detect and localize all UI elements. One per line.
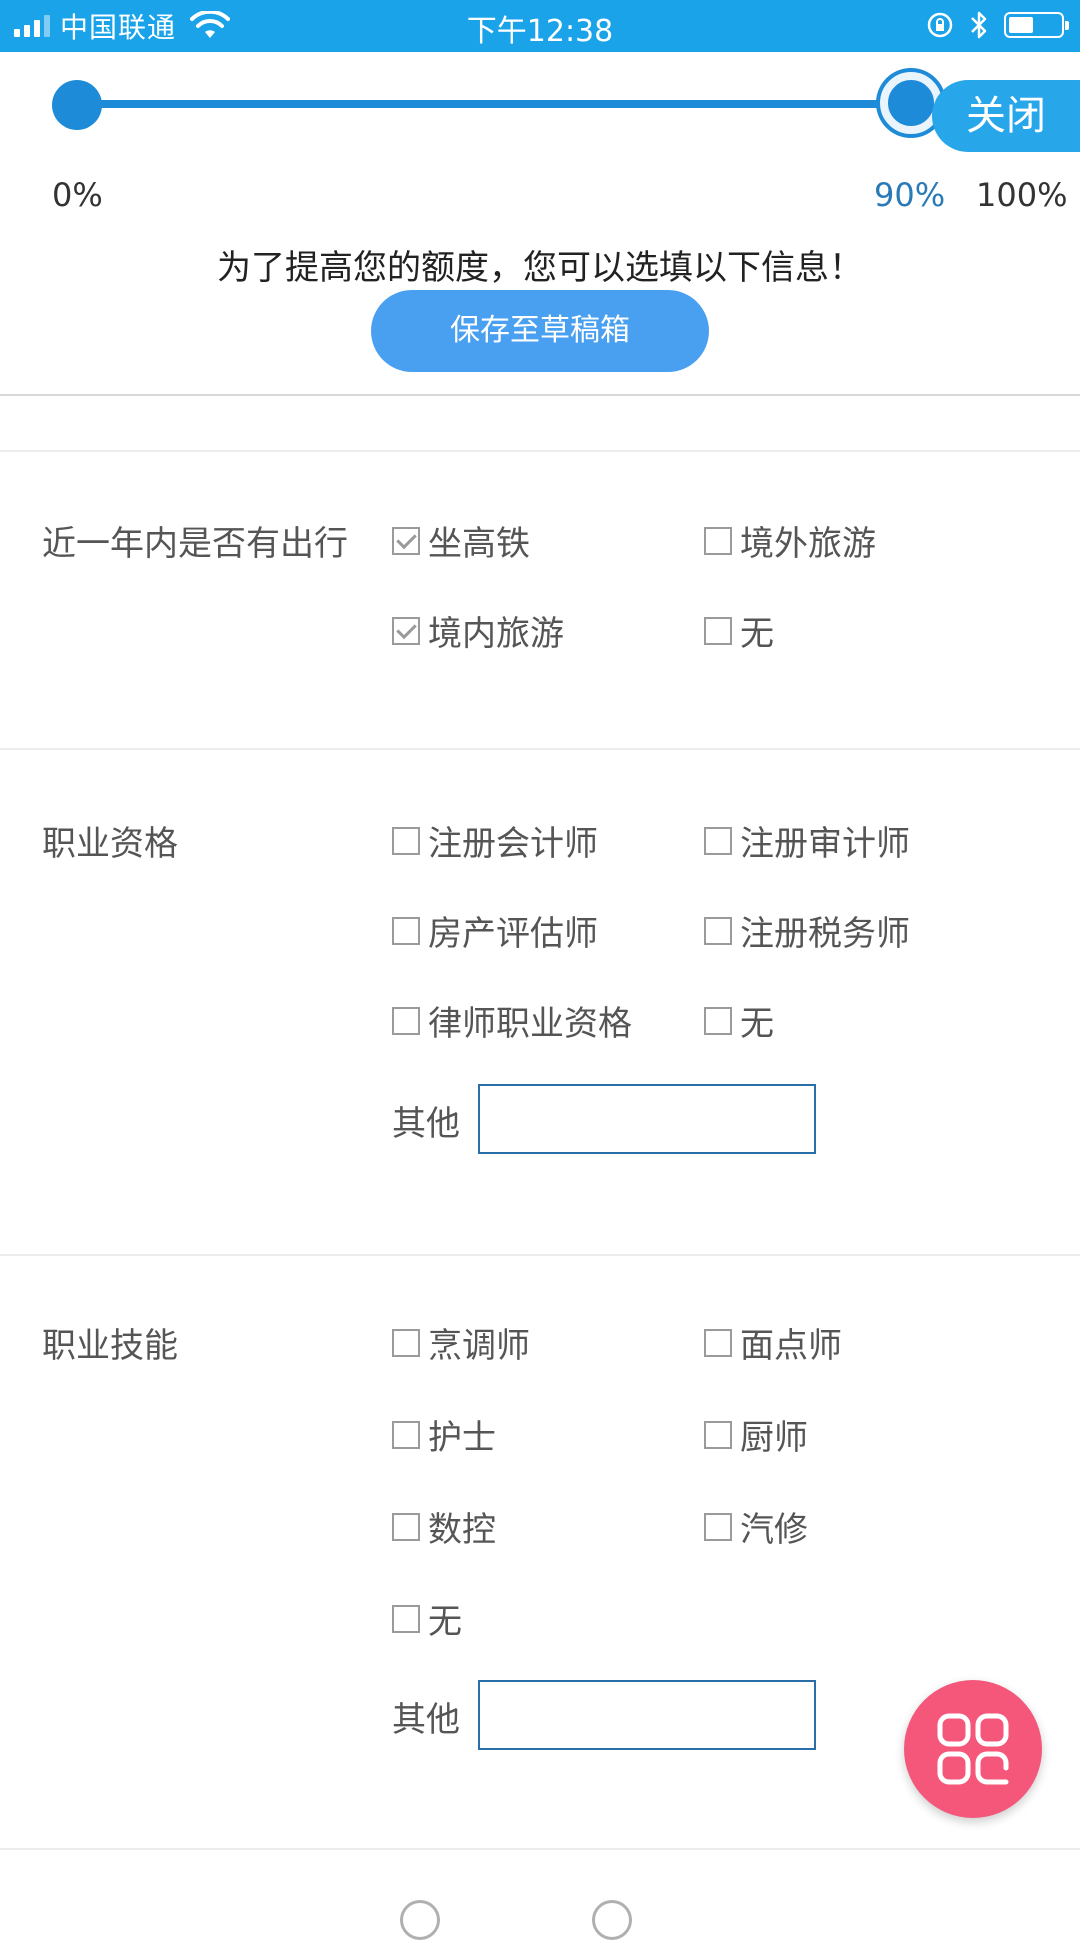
checkbox[interactable] — [704, 526, 732, 555]
checkbox[interactable] — [392, 1604, 420, 1633]
option-label: 厨师 — [740, 1418, 808, 1458]
apps-grid-button[interactable] — [904, 1680, 1042, 1818]
checkbox[interactable] — [704, 826, 732, 855]
option-gaotie[interactable]: 坐高铁 — [392, 516, 530, 565]
progress-track — [78, 100, 908, 108]
option-domestic-travel[interactable]: 境内旅游 — [392, 606, 564, 655]
option-label: 境外旅游 — [740, 524, 876, 564]
checkbox[interactable] — [392, 916, 420, 945]
header-divider — [0, 394, 1080, 396]
option-tax-agent[interactable]: 注册税务师 — [704, 906, 910, 955]
checkbox[interactable] — [704, 1328, 732, 1357]
option-label: 数控 — [428, 1510, 496, 1550]
other-label: 其他 — [392, 1104, 460, 1144]
checkbox[interactable] — [704, 1512, 732, 1541]
checkbox[interactable] — [392, 526, 420, 555]
save-draft-button[interactable]: 保存至草稿箱 — [371, 290, 709, 372]
option-label: 汽修 — [740, 1510, 808, 1550]
option-chef[interactable]: 厨师 — [704, 1410, 808, 1459]
option-label: 护士 — [428, 1418, 496, 1458]
radio-button[interactable] — [592, 1900, 632, 1940]
option-none[interactable]: 无 — [704, 606, 774, 655]
option-appraiser[interactable]: 房产评估师 — [392, 906, 598, 955]
checkbox[interactable] — [392, 1420, 420, 1449]
checkbox[interactable] — [704, 1420, 732, 1449]
apps-grid-icon — [937, 1713, 1009, 1785]
progress-start-dot — [52, 80, 102, 130]
divider — [0, 1254, 1080, 1256]
other-label: 其他 — [392, 1700, 460, 1740]
checkbox[interactable] — [392, 616, 420, 645]
option-abroad-travel[interactable]: 境外旅游 — [704, 516, 876, 565]
checkbox[interactable] — [392, 826, 420, 855]
option-label: 坐高铁 — [428, 524, 530, 564]
option-cpa[interactable]: 注册会计师 — [392, 816, 598, 865]
travel-label: 近一年内是否有出行 — [42, 524, 348, 564]
option-label: 无 — [428, 1602, 462, 1642]
option-label: 房产评估师 — [428, 914, 598, 954]
skills-other-input[interactable] — [478, 1680, 816, 1750]
divider — [0, 450, 1080, 452]
checkbox[interactable] — [704, 616, 732, 645]
close-button[interactable]: 关闭 — [932, 80, 1080, 152]
status-bar: 中国联通 下午12:38 — [0, 0, 1080, 52]
qualification-label: 职业资格 — [42, 824, 178, 864]
option-label: 无 — [740, 1004, 774, 1044]
checkbox[interactable] — [704, 916, 732, 945]
option-cnc[interactable]: 数控 — [392, 1502, 496, 1551]
rotation-lock-icon — [927, 12, 953, 38]
divider — [0, 748, 1080, 750]
option-label: 注册会计师 — [428, 824, 598, 864]
option-label: 境内旅游 — [428, 614, 564, 654]
progress-max-label: 100% — [976, 176, 1068, 214]
checkbox[interactable] — [392, 1512, 420, 1541]
bluetooth-icon — [971, 11, 987, 39]
hint-text: 为了提高您的额度，您可以选填以下信息！ — [217, 248, 863, 288]
radio-button[interactable] — [400, 1900, 440, 1940]
checkbox[interactable] — [704, 1006, 732, 1035]
status-right — [926, 10, 1069, 40]
progress-min-label: 0% — [52, 176, 103, 214]
skills-label: 职业技能 — [42, 1326, 178, 1366]
progress-current-label: 90% — [874, 176, 946, 214]
option-label: 烹调师 — [428, 1326, 530, 1366]
divider — [0, 1848, 1080, 1850]
option-auto-repair[interactable]: 汽修 — [704, 1502, 808, 1551]
option-label: 注册审计师 — [740, 824, 910, 864]
option-label: 律师职业资格 — [428, 1004, 632, 1044]
option-label: 无 — [740, 614, 774, 654]
option-auditor[interactable]: 注册审计师 — [704, 816, 910, 865]
option-label: 面点师 — [740, 1326, 842, 1366]
option-none[interactable]: 无 — [704, 996, 774, 1045]
option-label: 注册税务师 — [740, 914, 910, 954]
checkbox[interactable] — [392, 1328, 420, 1357]
option-nurse[interactable]: 护士 — [392, 1410, 496, 1459]
option-none[interactable]: 无 — [392, 1594, 462, 1643]
battery-icon — [1004, 12, 1069, 38]
option-pastry[interactable]: 面点师 — [704, 1318, 842, 1367]
option-cook[interactable]: 烹调师 — [392, 1318, 530, 1367]
status-time: 下午12:38 — [466, 14, 614, 49]
qualification-other-input[interactable] — [478, 1084, 816, 1154]
option-lawyer[interactable]: 律师职业资格 — [392, 996, 632, 1045]
checkbox[interactable] — [392, 1006, 420, 1035]
